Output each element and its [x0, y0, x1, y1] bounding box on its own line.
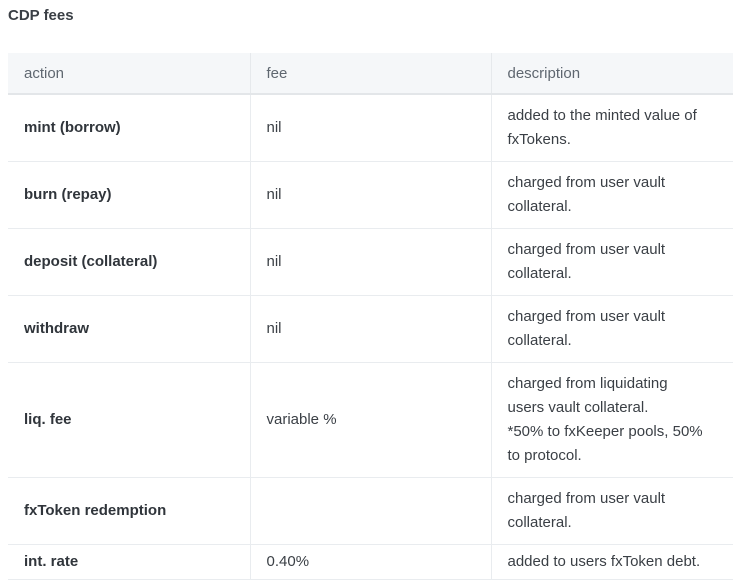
description-line: charged from user vault: [507, 308, 666, 325]
description-cell: added to the minted value of fxTokens.: [491, 94, 733, 162]
fee-cell: nil: [250, 295, 492, 363]
action-cell: liq. fee: [8, 362, 251, 478]
column-header-fee: fee: [250, 53, 492, 95]
description-line: collateral.: [507, 265, 572, 282]
fee-cell: nil: [250, 161, 492, 229]
table-row: deposit (collateral) nil charged from us…: [8, 228, 733, 296]
action-cell: int. rate: [8, 544, 251, 580]
description-line: collateral.: [507, 514, 572, 531]
column-header-action: action: [8, 53, 251, 95]
description-line: fxTokens.: [507, 131, 571, 148]
action-cell: withdraw: [8, 295, 251, 363]
table-row: mint (borrow) nil added to the minted va…: [8, 94, 733, 162]
fee-cell: nil: [250, 228, 492, 296]
action-cell: burn (repay): [8, 161, 251, 229]
description-cell: charged from user vault collateral.: [491, 295, 733, 363]
fee-cell: 0.40%: [250, 544, 492, 580]
fee-cell: nil: [250, 94, 492, 162]
fee-cell: variable %: [250, 362, 492, 478]
description-line: collateral.: [507, 332, 572, 349]
table-header-row: action fee description: [8, 53, 733, 95]
description-line: added to users fxToken debt.: [507, 553, 701, 570]
table-row: int. rate 0.40% added to users fxToken d…: [8, 544, 733, 580]
table-row: withdraw nil charged from user vault col…: [8, 295, 733, 363]
description-line: users vault collateral.: [507, 399, 649, 416]
description-line: *50% to fxKeeper pools, 50%: [507, 423, 703, 440]
description-cell: charged from liquidating users vault col…: [491, 362, 733, 478]
action-cell: fxToken redemption: [8, 477, 251, 545]
description-cell: charged from user vault collateral.: [491, 161, 733, 229]
table-row: liq. fee variable % charged from liquida…: [8, 362, 733, 478]
column-header-description: description: [491, 53, 733, 95]
description-line: charged from user vault: [507, 174, 666, 191]
cdp-fees-table: action fee description mint (borrow) nil…: [8, 53, 733, 580]
table-row: burn (repay) nil charged from user vault…: [8, 161, 733, 229]
table-row: fxToken redemption charged from user vau…: [8, 477, 733, 545]
description-cell: charged from user vault collateral.: [491, 228, 733, 296]
action-cell: deposit (collateral): [8, 228, 251, 296]
description-line: charged from user vault: [507, 241, 666, 258]
page-title: CDP fees: [8, 7, 74, 24]
description-line: charged from user vault: [507, 490, 666, 507]
fee-cell: [250, 477, 492, 545]
description-line: charged from liquidating: [507, 375, 668, 392]
description-line: to protocol.: [507, 447, 582, 464]
description-line: collateral.: [507, 198, 572, 215]
description-cell: added to users fxToken debt.: [491, 544, 733, 580]
action-cell: mint (borrow): [8, 94, 251, 162]
description-line: added to the minted value of: [507, 107, 697, 124]
description-cell: charged from user vault collateral.: [491, 477, 733, 545]
